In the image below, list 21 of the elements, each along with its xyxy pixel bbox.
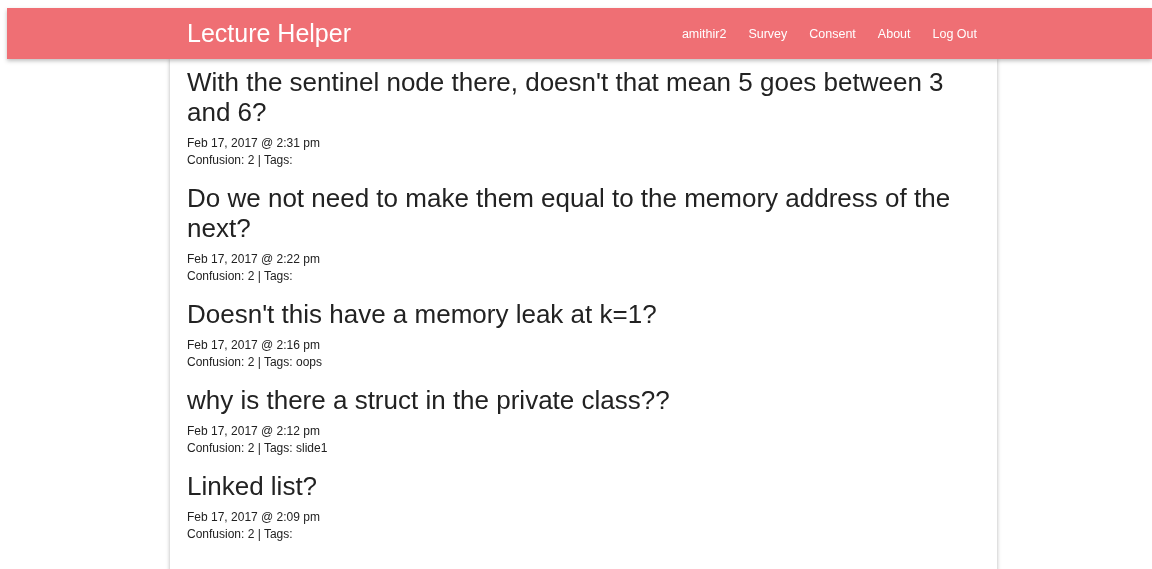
question-meta: Confusion: 2 | Tags:	[187, 526, 294, 543]
question-meta: Confusion: 2 | Tags: oops	[187, 354, 323, 371]
nav-link[interactable]: About	[866, 26, 922, 41]
nav-link[interactable]: amithir2	[670, 26, 738, 41]
question-title: Doesn't this have a memory leak at k=1?	[187, 299, 658, 329]
nav-link[interactable]: Log Out	[921, 26, 977, 41]
question-date: Feb 17, 2017 @ 2:12 pm	[187, 423, 321, 440]
question-date: Feb 17, 2017 @ 2:09 pm	[187, 509, 321, 526]
question-date: Feb 17, 2017 @ 2:16 pm	[187, 337, 321, 354]
question-title: Linked list?	[187, 471, 319, 501]
question-meta: Confusion: 2 | Tags: slide1	[187, 440, 329, 457]
question-date: Feb 17, 2017 @ 2:31 pm	[187, 135, 321, 152]
question-title: With the sentinel node there, doesn't that mean 5 goes between 3 and 6?	[187, 67, 945, 127]
question-title: Do we not need to make them equal to the memory address of the next?	[187, 183, 952, 243]
question-meta: Confusion: 2 | Tags:	[187, 152, 294, 169]
question-meta: Confusion: 2 | Tags:	[187, 268, 294, 285]
site-title[interactable]: Lecture Helper	[187, 19, 351, 48]
question-title: why is there a struct in the private class??	[187, 385, 671, 415]
nav-link[interactable]: Consent	[798, 26, 867, 41]
question-date: Feb 17, 2017 @ 2:22 pm	[187, 251, 321, 268]
nav-link[interactable]: Survey	[737, 26, 799, 41]
